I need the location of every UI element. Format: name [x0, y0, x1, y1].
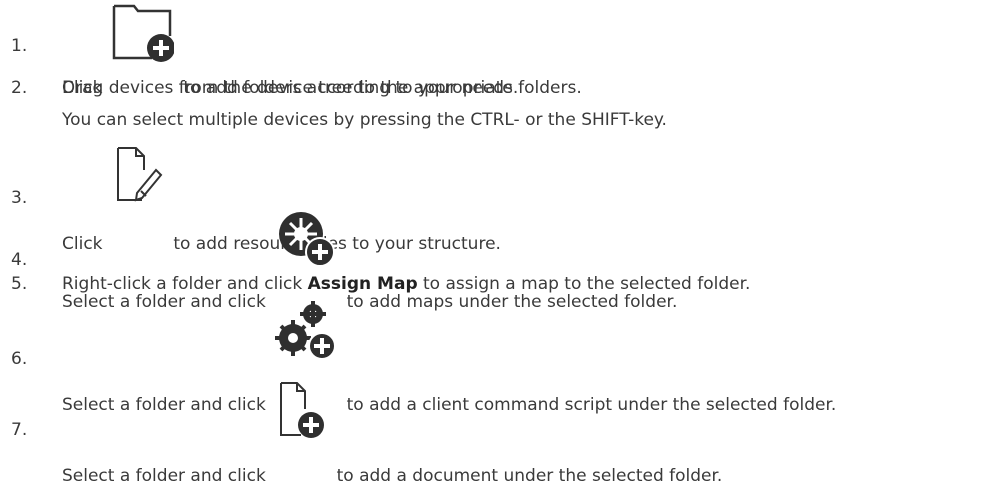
step-number: 3.	[11, 188, 28, 208]
step-number: 5.	[11, 274, 28, 294]
step-text-after: to assign a map to the selected folder.	[423, 274, 751, 294]
step-4: 4. Select a folder and click to add maps…	[0, 208, 1001, 312]
step-text-after: to add a document under the selected fol…	[336, 466, 723, 486]
edit-file-icon[interactable]	[112, 140, 164, 206]
step-number: 2.	[11, 78, 28, 98]
assign-map-command: Assign Map	[307, 274, 418, 294]
add-map-icon[interactable]	[275, 208, 337, 270]
new-folder-icon[interactable]	[112, 0, 175, 62]
step-6: 6. Select a folder and click to add a cl…	[0, 300, 1001, 415]
step-3: 3. Click to add resource files to your s…	[0, 140, 1001, 254]
step-1: 1. Click to add folders according to you…	[0, 0, 1001, 98]
step-7: 7. Select a folder and click to add a do…	[0, 375, 1001, 486]
step-text: Select a folder and click to add a clien…	[62, 300, 836, 415]
step-text: Drag devices from the device tree to the…	[62, 78, 582, 98]
step-text: Select a folder and click to add a docum…	[62, 375, 722, 486]
procedure-page: { "steps": [ {"num": "1.", "text_before"…	[0, 0, 1001, 486]
step-text: Select a folder and click to add maps un…	[62, 208, 677, 312]
step-number: 6.	[11, 349, 28, 369]
step-number: 4.	[11, 250, 28, 270]
step-number: 1.	[11, 36, 28, 56]
step-number: 7.	[11, 420, 28, 440]
step-2-subtext: You can select multiple devices by press…	[62, 110, 667, 130]
step-text: Click to add folders according to your n…	[62, 0, 518, 98]
step-text: Right-click a folder and click Assign Ma…	[62, 274, 750, 294]
step-text-before: Select a folder and click	[62, 466, 266, 486]
add-script-icon[interactable]	[275, 300, 337, 366]
add-document-icon[interactable]	[275, 375, 327, 441]
step-text-before: Right-click a folder and click	[62, 274, 303, 294]
step-text: Click to add resource files to your stru…	[62, 140, 501, 254]
